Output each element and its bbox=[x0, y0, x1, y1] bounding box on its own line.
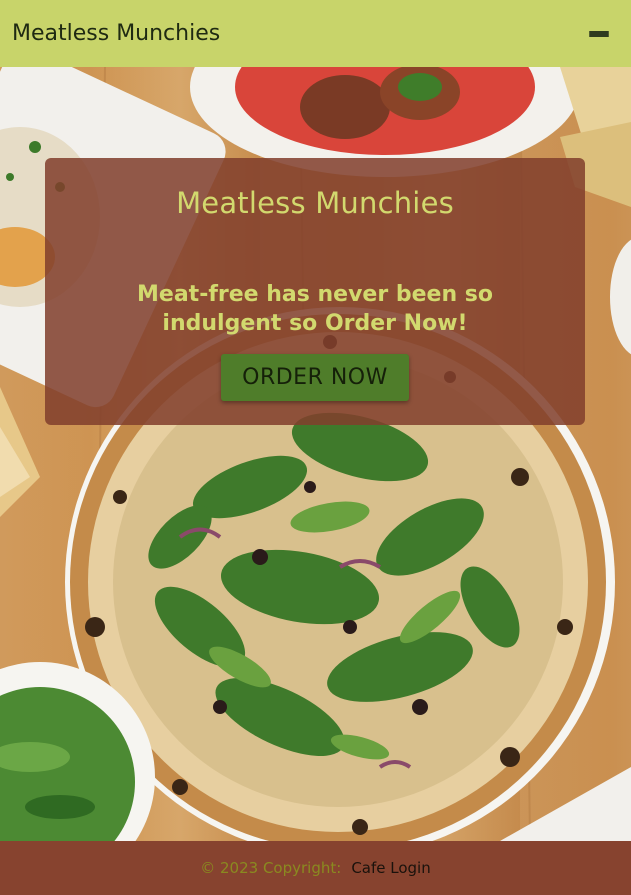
hero-title: Meatless Munchies bbox=[176, 186, 454, 220]
cafe-login-link[interactable]: Cafe Login bbox=[351, 859, 430, 877]
copyright-text: © 2023 Copyright: bbox=[200, 859, 342, 877]
hero-card: Meatless Munchies Meat-free has never be… bbox=[45, 158, 585, 425]
footer: © 2023 Copyright: Cafe Login bbox=[0, 841, 631, 895]
order-now-button[interactable]: ORDER NOW bbox=[221, 354, 409, 401]
hamburger-menu-icon[interactable] bbox=[589, 25, 609, 43]
hero-tagline: Meat-free has never been so indulgent so… bbox=[137, 282, 493, 336]
navbar-brand[interactable]: Meatless Munchies bbox=[12, 21, 220, 46]
navbar: Meatless Munchies bbox=[0, 0, 631, 67]
